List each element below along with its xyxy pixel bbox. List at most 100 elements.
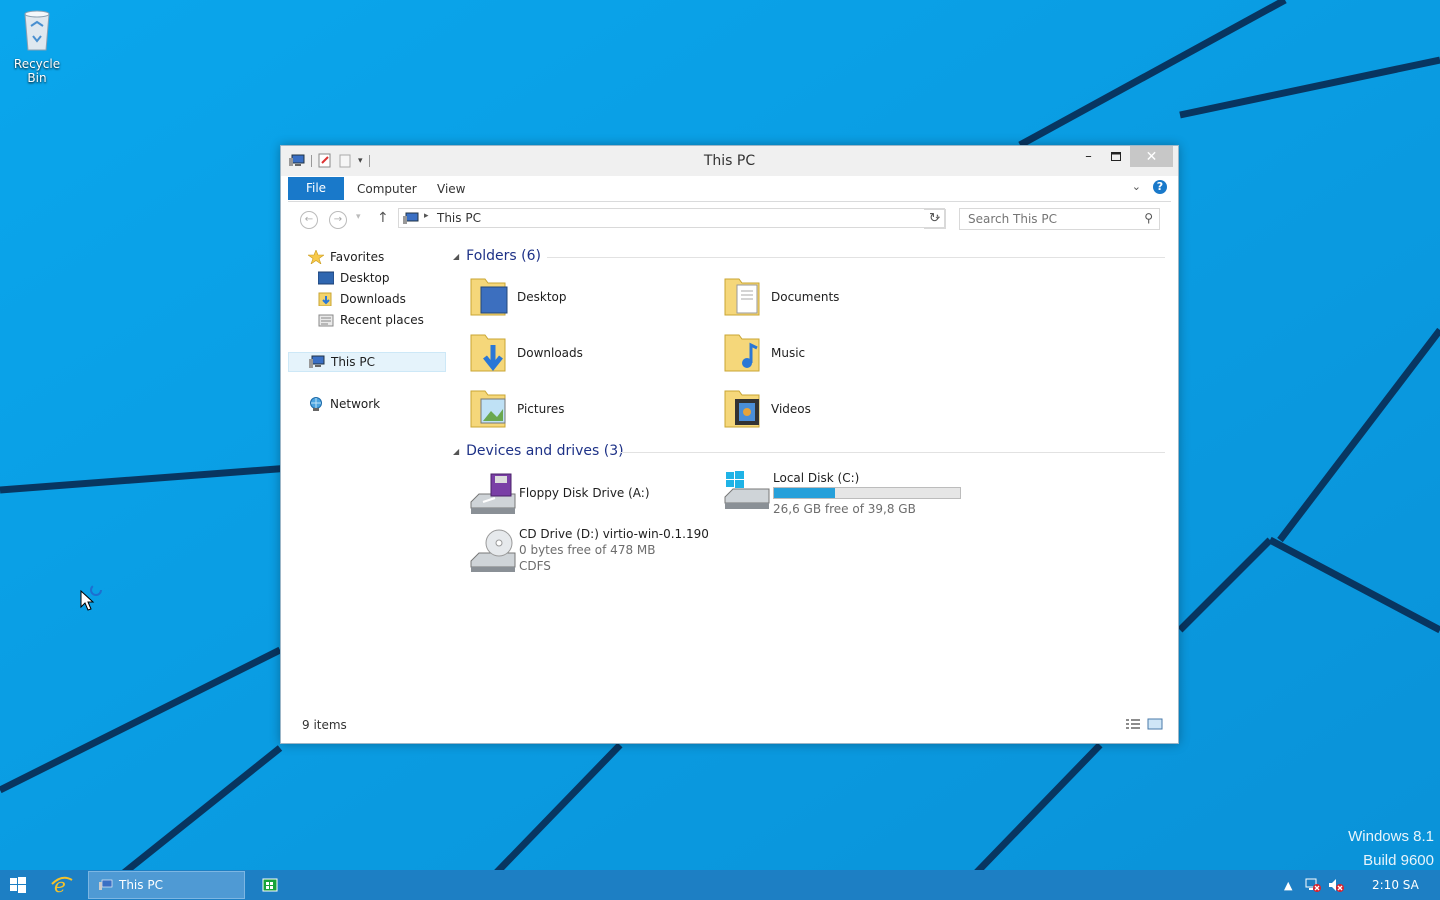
- group-divider: [547, 257, 1165, 258]
- star-icon: [308, 250, 324, 264]
- navigation-bar: ← → ▾ ↑ ▸ This PC ⌄ ↻ ⚲: [288, 202, 1171, 236]
- show-hidden-icons-button[interactable]: ▲: [1284, 870, 1292, 900]
- internet-explorer-icon[interactable]: e: [50, 874, 74, 896]
- minimize-button[interactable]: –: [1074, 146, 1103, 167]
- documents-folder-icon: [724, 278, 760, 316]
- folder-name: Pictures: [517, 402, 565, 416]
- drives-group-header[interactable]: ◢ Devices and drives (3): [453, 442, 624, 460]
- folder-music[interactable]: Music: [719, 329, 959, 381]
- breadcrumb[interactable]: This PC: [437, 211, 481, 225]
- nav-this-pc[interactable]: This PC: [288, 352, 446, 372]
- nav-network-label: Network: [330, 397, 381, 411]
- nav-favorites-label: Favorites: [330, 250, 385, 264]
- ribbon: File Computer View ⌄ ?: [288, 177, 1171, 202]
- windows-start-icon[interactable]: [10, 877, 26, 893]
- search-input[interactable]: [966, 211, 1140, 227]
- folders-group-title: Folders (6): [466, 248, 541, 264]
- up-button[interactable]: ↑: [377, 210, 389, 226]
- large-icons-view-icon[interactable]: [1147, 717, 1163, 731]
- drive-name: Floppy Disk Drive (A:): [519, 486, 650, 500]
- network-status-icon[interactable]: [1305, 878, 1321, 892]
- nav-this-pc-label: This PC: [331, 355, 375, 369]
- windows-watermark: Windows 8.1 Build 9600: [1348, 825, 1434, 873]
- drives-group-title: Devices and drives (3): [466, 443, 624, 459]
- drive-floppy[interactable]: Floppy Disk Drive (A:): [467, 472, 727, 524]
- folder-documents[interactable]: Documents: [719, 273, 959, 325]
- videos-folder-icon: [724, 390, 760, 428]
- watermark-version: Windows 8.1: [1348, 828, 1434, 845]
- folder-name: Downloads: [517, 346, 583, 360]
- desktop-icon: [318, 271, 334, 285]
- downloads-folder-icon: [470, 334, 506, 372]
- nav-downloads-label: Downloads: [340, 292, 406, 306]
- recent-locations-icon[interactable]: ▾: [356, 212, 361, 222]
- network-icon: [310, 397, 322, 411]
- drive-local-c[interactable]: Local Disk (C:) 26,6 GB free of 39,8 GB: [721, 467, 981, 519]
- folder-pictures[interactable]: Pictures: [465, 385, 705, 437]
- maximize-icon: [1110, 152, 1121, 161]
- folder-name: Music: [771, 346, 806, 360]
- recycle-bin-shortcut[interactable]: Recycle Bin: [4, 6, 70, 85]
- pictures-folder-icon: [470, 390, 506, 428]
- breadcrumb-chevron-icon[interactable]: ▸: [424, 211, 429, 221]
- tab-file[interactable]: File: [288, 177, 344, 200]
- taskbar-button-this-pc[interactable]: This PC: [88, 871, 245, 899]
- nav-desktop-label: Desktop: [340, 271, 390, 285]
- folder-name: Documents: [771, 290, 840, 304]
- store-icon[interactable]: [262, 876, 278, 892]
- address-bar[interactable]: ▸ This PC ⌄: [398, 208, 945, 228]
- tab-view[interactable]: View: [437, 182, 465, 196]
- this-pc-icon: [309, 355, 325, 368]
- tab-computer[interactable]: Computer: [357, 182, 417, 196]
- search-icon[interactable]: ⚲: [1144, 211, 1153, 225]
- drive-free-space: 0 bytes free of 478 MB: [519, 543, 656, 557]
- nav-recent-places-label: Recent places: [340, 313, 424, 327]
- folders-group-header[interactable]: ◢ Folders (6): [453, 247, 541, 265]
- folder-name: Desktop: [517, 290, 567, 304]
- disk-usage-bar: [773, 487, 961, 499]
- search-box[interactable]: ⚲: [959, 208, 1160, 230]
- folder-desktop[interactable]: Desktop: [465, 273, 705, 325]
- maximize-button[interactable]: [1101, 146, 1130, 167]
- floppy-drive-icon: [470, 473, 516, 514]
- item-count: 9 items: [302, 718, 347, 732]
- nav-network[interactable]: Network: [288, 394, 466, 414]
- volume-muted-icon[interactable]: [1328, 878, 1344, 892]
- help-icon[interactable]: ?: [1153, 180, 1167, 194]
- recent-places-icon: [318, 314, 334, 327]
- title-bar[interactable]: ▾ This PC – ✕: [281, 146, 1178, 176]
- window-title: This PC: [703, 153, 756, 169]
- file-list: ◢ Folders (6) Desktop Documents Download…: [453, 237, 1165, 712]
- refresh-button[interactable]: ↻: [924, 209, 946, 229]
- nav-downloads[interactable]: Downloads: [288, 289, 476, 309]
- collapse-icon[interactable]: ◢: [453, 252, 459, 261]
- nav-desktop[interactable]: Desktop: [288, 268, 476, 288]
- details-view-icon[interactable]: [1125, 717, 1141, 731]
- drive-cd-d[interactable]: CD Drive (D:) virtio-win-0.1.190 0 bytes…: [467, 527, 727, 579]
- taskbar-button-label: This PC: [119, 878, 163, 892]
- drive-name: Local Disk (C:): [773, 471, 860, 485]
- collapse-icon[interactable]: ◢: [453, 447, 459, 456]
- taskbar-clock[interactable]: 2:10 SA: [1372, 878, 1419, 892]
- this-pc-icon: [403, 212, 419, 224]
- group-divider: [621, 452, 1165, 453]
- cd-drive-icon: [470, 529, 516, 572]
- back-button[interactable]: ←: [300, 211, 318, 229]
- forward-button[interactable]: →: [329, 211, 347, 229]
- this-pc-icon: [99, 879, 113, 890]
- close-button[interactable]: ✕: [1130, 146, 1173, 167]
- local-disk-icon: [724, 471, 770, 509]
- nav-recent-places[interactable]: Recent places: [288, 310, 476, 330]
- busy-cursor-icon: [80, 584, 102, 611]
- status-bar: 9 items: [288, 713, 1171, 737]
- expand-ribbon-icon[interactable]: ⌄: [1132, 180, 1141, 193]
- drive-free-space: 26,6 GB free of 39,8 GB: [773, 502, 916, 516]
- drive-name: CD Drive (D:) virtio-win-0.1.190: [519, 527, 709, 541]
- folder-videos[interactable]: Videos: [719, 385, 959, 437]
- folder-downloads[interactable]: Downloads: [465, 329, 705, 381]
- explorer-window: ▾ This PC – ✕ File Computer View ⌄ ? ← →…: [280, 145, 1179, 744]
- downloads-icon: [318, 292, 332, 306]
- taskbar: e This PC ▲ 2:10 SA: [0, 870, 1440, 900]
- recycle-bin-icon: [24, 10, 50, 51]
- nav-favorites[interactable]: Favorites: [288, 247, 466, 267]
